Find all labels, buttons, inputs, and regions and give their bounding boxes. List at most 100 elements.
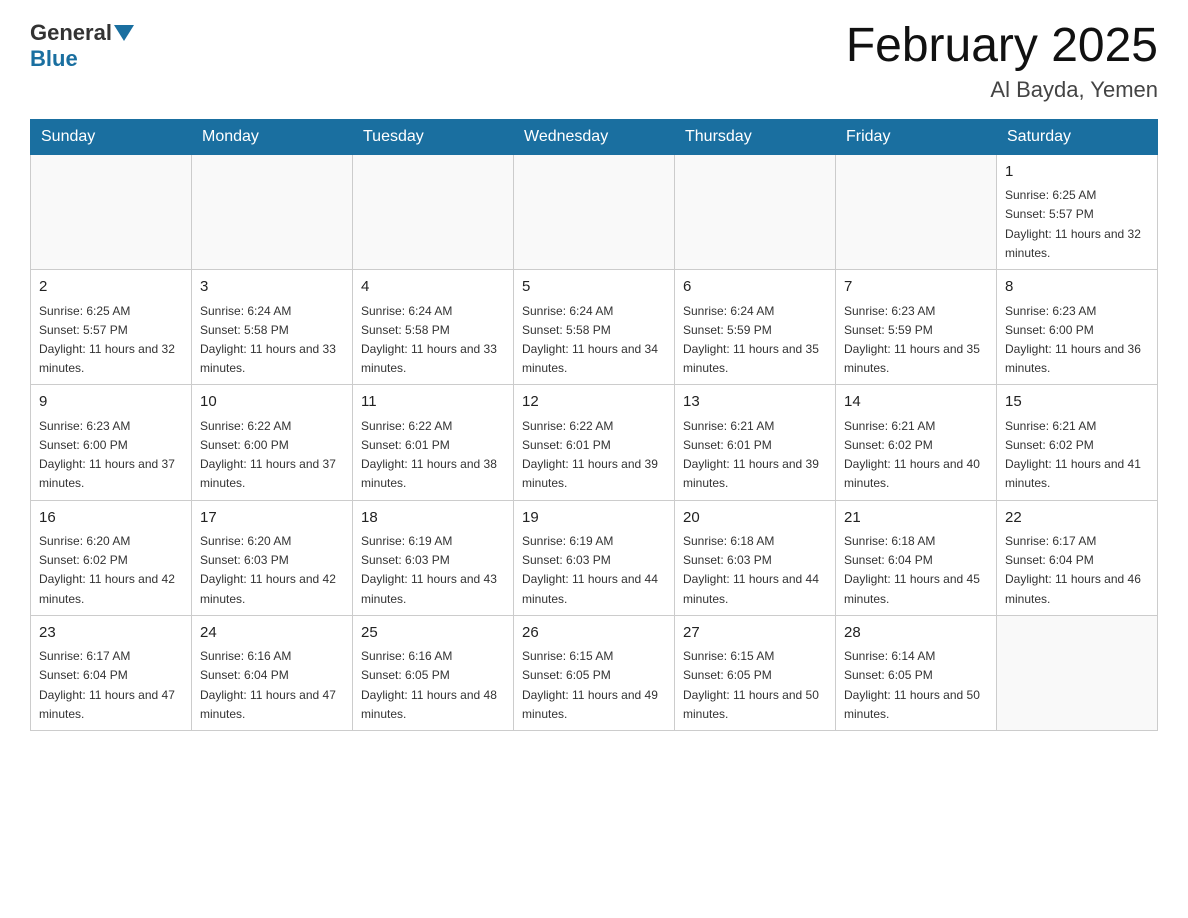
- calendar-cell: 6 Sunrise: 6:24 AM Sunset: 5:59 PM Daylig…: [675, 270, 836, 385]
- calendar-cell: 1Sunrise: 6:25 AM Sunset: 5:57 PM Daylig…: [997, 154, 1158, 269]
- day-info: Sunrise: 6:20 AM Sunset: 6:03 PM Dayligh…: [200, 532, 344, 609]
- day-number: 12: [522, 391, 666, 414]
- day-number: 3: [200, 276, 344, 299]
- day-info: Sunrise: 6:24 AM Sunset: 5:59 PM Dayligh…: [683, 302, 827, 379]
- day-info: Sunrise: 6:21 AM Sunset: 6:02 PM Dayligh…: [1005, 417, 1149, 494]
- day-info: Sunrise: 6:17 AM Sunset: 6:04 PM Dayligh…: [1005, 532, 1149, 609]
- day-number: 23: [39, 622, 183, 645]
- day-info: Sunrise: 6:24 AM Sunset: 5:58 PM Dayligh…: [522, 302, 666, 379]
- day-number: 21: [844, 507, 988, 530]
- day-number: 24: [200, 622, 344, 645]
- calendar-cell: 22Sunrise: 6:17 AM Sunset: 6:04 PM Dayli…: [997, 500, 1158, 615]
- day-info: Sunrise: 6:22 AM Sunset: 6:00 PM Dayligh…: [200, 417, 344, 494]
- day-number: 1: [1005, 161, 1149, 184]
- calendar-cell: 17Sunrise: 6:20 AM Sunset: 6:03 PM Dayli…: [192, 500, 353, 615]
- calendar-day-header: Tuesday: [353, 119, 514, 154]
- calendar-cell: [353, 154, 514, 269]
- day-number: 11: [361, 391, 505, 414]
- day-number: 2: [39, 276, 183, 299]
- calendar-day-header: Thursday: [675, 119, 836, 154]
- calendar-cell: [514, 154, 675, 269]
- day-info: Sunrise: 6:14 AM Sunset: 6:05 PM Dayligh…: [844, 647, 988, 724]
- day-number: 18: [361, 507, 505, 530]
- day-info: Sunrise: 6:16 AM Sunset: 6:04 PM Dayligh…: [200, 647, 344, 724]
- day-info: Sunrise: 6:22 AM Sunset: 6:01 PM Dayligh…: [361, 417, 505, 494]
- day-info: Sunrise: 6:23 AM Sunset: 6:00 PM Dayligh…: [1005, 302, 1149, 379]
- day-info: Sunrise: 6:20 AM Sunset: 6:02 PM Dayligh…: [39, 532, 183, 609]
- day-info: Sunrise: 6:19 AM Sunset: 6:03 PM Dayligh…: [361, 532, 505, 609]
- calendar-cell: 27Sunrise: 6:15 AM Sunset: 6:05 PM Dayli…: [675, 615, 836, 730]
- calendar-cell: 14 Sunrise: 6:21 AM Sunset: 6:02 PM Dayli…: [836, 385, 997, 500]
- calendar-cell: 5 Sunrise: 6:24 AM Sunset: 5:58 PM Daylig…: [514, 270, 675, 385]
- calendar-week-row: 2 Sunrise: 6:25 AM Sunset: 5:57 PM Daylig…: [31, 270, 1158, 385]
- calendar-cell: 9 Sunrise: 6:23 AM Sunset: 6:00 PM Daylig…: [31, 385, 192, 500]
- calendar-cell: 18Sunrise: 6:19 AM Sunset: 6:03 PM Dayli…: [353, 500, 514, 615]
- calendar-cell: [836, 154, 997, 269]
- calendar-cell: 21Sunrise: 6:18 AM Sunset: 6:04 PM Dayli…: [836, 500, 997, 615]
- calendar-day-header: Wednesday: [514, 119, 675, 154]
- day-number: 25: [361, 622, 505, 645]
- calendar-cell: 13 Sunrise: 6:21 AM Sunset: 6:01 PM Dayli…: [675, 385, 836, 500]
- calendar-cell: 7 Sunrise: 6:23 AM Sunset: 5:59 PM Daylig…: [836, 270, 997, 385]
- calendar-cell: [192, 154, 353, 269]
- logo-general-text: General: [30, 20, 112, 46]
- day-number: 20: [683, 507, 827, 530]
- day-info: Sunrise: 6:24 AM Sunset: 5:58 PM Dayligh…: [200, 302, 344, 379]
- day-info: Sunrise: 6:16 AM Sunset: 6:05 PM Dayligh…: [361, 647, 505, 724]
- logo: General Blue: [30, 20, 136, 72]
- day-info: Sunrise: 6:23 AM Sunset: 5:59 PM Dayligh…: [844, 302, 988, 379]
- calendar-cell: 10 Sunrise: 6:22 AM Sunset: 6:00 PM Dayli…: [192, 385, 353, 500]
- calendar-week-row: 16Sunrise: 6:20 AM Sunset: 6:02 PM Dayli…: [31, 500, 1158, 615]
- day-info: Sunrise: 6:23 AM Sunset: 6:00 PM Dayligh…: [39, 417, 183, 494]
- day-number: 8: [1005, 276, 1149, 299]
- calendar-cell: 2 Sunrise: 6:25 AM Sunset: 5:57 PM Daylig…: [31, 270, 192, 385]
- day-info: Sunrise: 6:18 AM Sunset: 6:04 PM Dayligh…: [844, 532, 988, 609]
- calendar-week-row: 23Sunrise: 6:17 AM Sunset: 6:04 PM Dayli…: [31, 615, 1158, 730]
- calendar-cell: 16Sunrise: 6:20 AM Sunset: 6:02 PM Dayli…: [31, 500, 192, 615]
- day-number: 7: [844, 276, 988, 299]
- day-number: 27: [683, 622, 827, 645]
- logo-blue-text: Blue: [30, 46, 78, 71]
- day-number: 16: [39, 507, 183, 530]
- day-info: Sunrise: 6:19 AM Sunset: 6:03 PM Dayligh…: [522, 532, 666, 609]
- day-number: 26: [522, 622, 666, 645]
- page-header: General Blue February 2025 Al Bayda, Yem…: [30, 20, 1158, 103]
- day-number: 13: [683, 391, 827, 414]
- day-number: 19: [522, 507, 666, 530]
- day-number: 4: [361, 276, 505, 299]
- day-number: 28: [844, 622, 988, 645]
- logo-arrow-icon: [114, 25, 134, 41]
- day-number: 10: [200, 391, 344, 414]
- day-number: 14: [844, 391, 988, 414]
- calendar-cell: 26Sunrise: 6:15 AM Sunset: 6:05 PM Dayli…: [514, 615, 675, 730]
- calendar-cell: 28Sunrise: 6:14 AM Sunset: 6:05 PM Dayli…: [836, 615, 997, 730]
- day-info: Sunrise: 6:21 AM Sunset: 6:02 PM Dayligh…: [844, 417, 988, 494]
- day-info: Sunrise: 6:21 AM Sunset: 6:01 PM Dayligh…: [683, 417, 827, 494]
- day-info: Sunrise: 6:25 AM Sunset: 5:57 PM Dayligh…: [1005, 186, 1149, 263]
- calendar-day-header: Saturday: [997, 119, 1158, 154]
- calendar-cell: 23Sunrise: 6:17 AM Sunset: 6:04 PM Dayli…: [31, 615, 192, 730]
- title-area: February 2025 Al Bayda, Yemen: [846, 20, 1158, 103]
- calendar-cell: 3 Sunrise: 6:24 AM Sunset: 5:58 PM Daylig…: [192, 270, 353, 385]
- calendar-title: February 2025: [846, 20, 1158, 73]
- calendar-day-header: Sunday: [31, 119, 192, 154]
- day-info: Sunrise: 6:17 AM Sunset: 6:04 PM Dayligh…: [39, 647, 183, 724]
- calendar-cell: 24Sunrise: 6:16 AM Sunset: 6:04 PM Dayli…: [192, 615, 353, 730]
- calendar-header-row: SundayMondayTuesdayWednesdayThursdayFrid…: [31, 119, 1158, 154]
- calendar-cell: 20Sunrise: 6:18 AM Sunset: 6:03 PM Dayli…: [675, 500, 836, 615]
- day-info: Sunrise: 6:25 AM Sunset: 5:57 PM Dayligh…: [39, 302, 183, 379]
- calendar-subtitle: Al Bayda, Yemen: [846, 77, 1158, 103]
- day-number: 5: [522, 276, 666, 299]
- day-info: Sunrise: 6:15 AM Sunset: 6:05 PM Dayligh…: [683, 647, 827, 724]
- day-number: 6: [683, 276, 827, 299]
- calendar-week-row: 1Sunrise: 6:25 AM Sunset: 5:57 PM Daylig…: [31, 154, 1158, 269]
- calendar-day-header: Monday: [192, 119, 353, 154]
- calendar-cell: 19Sunrise: 6:19 AM Sunset: 6:03 PM Dayli…: [514, 500, 675, 615]
- day-info: Sunrise: 6:15 AM Sunset: 6:05 PM Dayligh…: [522, 647, 666, 724]
- day-number: 9: [39, 391, 183, 414]
- calendar-cell: 4Sunrise: 6:24 AM Sunset: 5:58 PM Daylig…: [353, 270, 514, 385]
- calendar-cell: 11 Sunrise: 6:22 AM Sunset: 6:01 PM Dayli…: [353, 385, 514, 500]
- day-info: Sunrise: 6:18 AM Sunset: 6:03 PM Dayligh…: [683, 532, 827, 609]
- day-info: Sunrise: 6:22 AM Sunset: 6:01 PM Dayligh…: [522, 417, 666, 494]
- calendar-cell: 12 Sunrise: 6:22 AM Sunset: 6:01 PM Dayli…: [514, 385, 675, 500]
